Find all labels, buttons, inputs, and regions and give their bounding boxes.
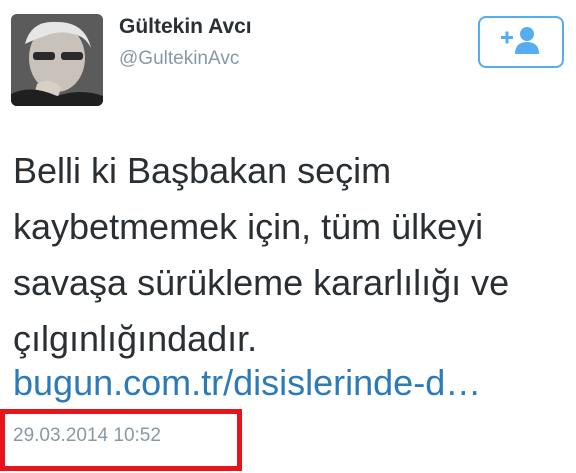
avatar[interactable] xyxy=(11,14,103,106)
follow-button[interactable] xyxy=(478,16,564,68)
screen-name[interactable]: @GultekinAvc xyxy=(119,48,239,70)
add-user-icon xyxy=(499,25,543,60)
highlight-box xyxy=(0,409,242,471)
tweet-link[interactable]: bugun.com.tr/disislerinde-d… xyxy=(13,357,481,409)
display-name[interactable]: Gültekin Avcı xyxy=(119,15,252,39)
tweet-text: Belli ki Başbakan seçim kaybetmemek için… xyxy=(13,150,510,359)
